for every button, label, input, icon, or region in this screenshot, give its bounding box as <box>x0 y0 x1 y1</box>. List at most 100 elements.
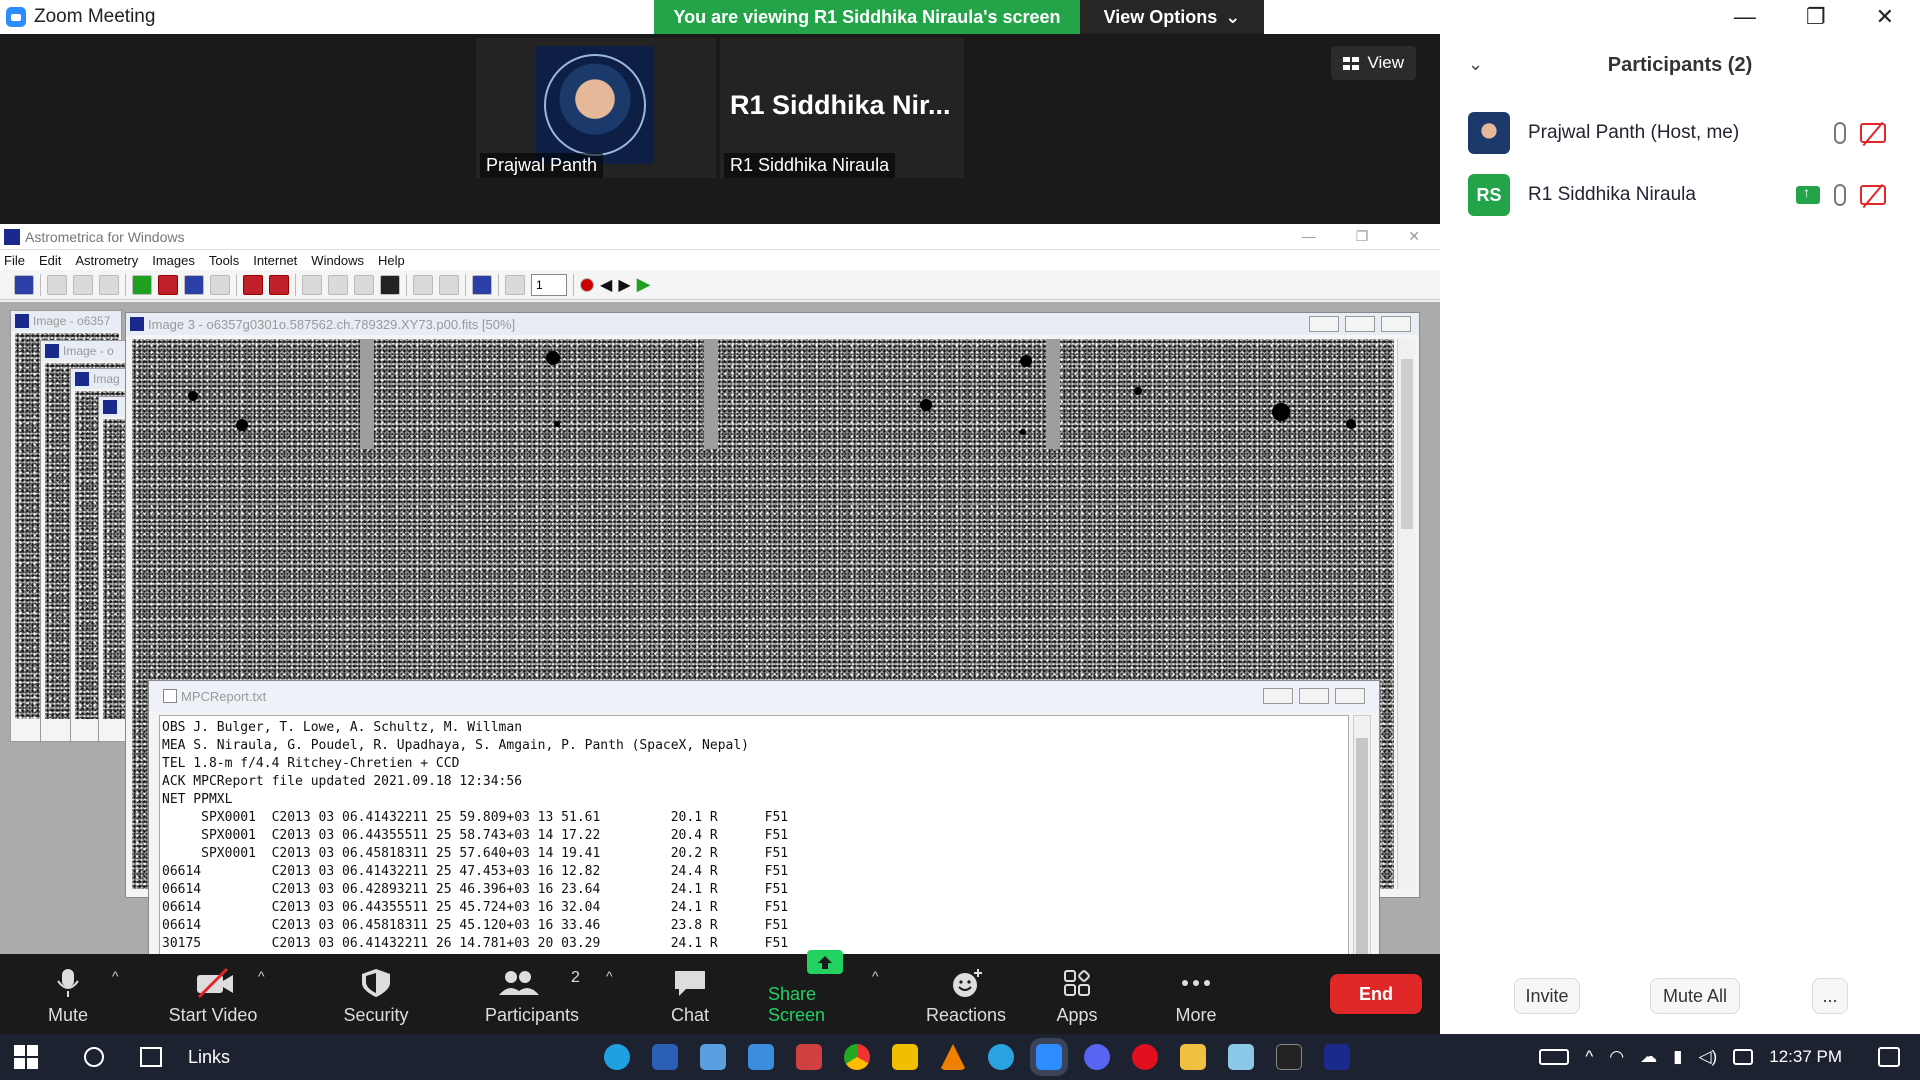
gear-icon[interactable] <box>158 274 178 295</box>
video-off-icon[interactable] <box>1860 123 1886 143</box>
file-explorer-icon[interactable] <box>1180 1044 1206 1070</box>
frame-spinner[interactable]: 1 <box>531 273 567 296</box>
zoom-in-icon[interactable] <box>413 274 433 295</box>
wifi-icon[interactable]: ◠ <box>1609 1047 1624 1067</box>
close-button[interactable] <box>1335 688 1365 704</box>
participant-row[interactable]: RS R1 Siddhika Niraula <box>1468 170 1908 220</box>
scroll-thumb[interactable] <box>1401 359 1413 529</box>
terminal-icon[interactable] <box>1276 1044 1302 1070</box>
stack-icon[interactable] <box>505 274 525 295</box>
reactions-button[interactable]: Reactions <box>916 954 1016 1034</box>
invite-button[interactable]: Invite <box>1514 978 1580 1014</box>
reference-stars-icon[interactable] <box>184 274 204 295</box>
search-icon[interactable] <box>84 1047 104 1067</box>
view-options-button[interactable]: View Options ⌄ <box>1080 0 1264 34</box>
start-video-button[interactable]: Start Video <box>158 954 268 1034</box>
notepad-icon[interactable] <box>1228 1044 1254 1070</box>
edit-icon[interactable] <box>354 274 374 295</box>
video-options-chevron-icon[interactable]: ^ <box>258 968 265 984</box>
app-icon[interactable] <box>700 1044 726 1070</box>
share-options-chevron-icon[interactable]: ^ <box>872 968 879 984</box>
zoom-out-icon[interactable] <box>439 274 459 295</box>
participant-row[interactable]: Prajwal Panth (Host, me) <box>1468 108 1908 158</box>
volume-icon[interactable]: ◁) <box>1698 1047 1717 1067</box>
keyboard-icon[interactable] <box>1539 1049 1570 1065</box>
video-tile-prajwal[interactable]: Prajwal Panth <box>476 38 716 178</box>
microphone-icon[interactable] <box>1834 184 1846 206</box>
open-images-icon[interactable] <box>73 274 93 295</box>
mail-icon[interactable] <box>748 1044 774 1070</box>
mpc-vertical-scrollbar[interactable] <box>1353 715 1371 954</box>
step-back-icon[interactable]: ◀ <box>600 275 612 295</box>
mute-options-chevron-icon[interactable]: ^ <box>112 968 119 984</box>
mpc-report-text[interactable]: OBS J. Bulger, T. Lowe, A. Schultz, M. W… <box>159 715 1349 954</box>
record-icon[interactable] <box>580 277 594 292</box>
chat-button[interactable]: Chat <box>668 954 712 1034</box>
notifications-icon[interactable] <box>1878 1047 1900 1067</box>
restore-icon[interactable]: ❐ <box>1806 4 1826 30</box>
links-toolbar[interactable]: Links <box>188 1047 230 1068</box>
maximize-button[interactable] <box>1299 688 1329 704</box>
maximize-button[interactable] <box>1345 316 1375 332</box>
image-vertical-scrollbar[interactable] <box>1397 339 1415 889</box>
telegram-icon[interactable] <box>988 1044 1014 1070</box>
apps-button[interactable]: Apps <box>1054 954 1100 1034</box>
data-reduction-icon[interactable] <box>243 274 263 295</box>
blink-icon[interactable] <box>472 274 492 295</box>
close-icon[interactable]: ✕ <box>1876 4 1894 30</box>
minimize-icon[interactable]: — <box>1302 228 1316 245</box>
menu-file[interactable]: File <box>4 253 25 268</box>
circle-icon[interactable] <box>328 274 348 295</box>
menu-tools[interactable]: Tools <box>209 253 239 268</box>
connect-icon[interactable] <box>14 274 34 295</box>
play-icon[interactable]: ▶ <box>637 274 651 295</box>
battery-icon[interactable] <box>1733 1049 1754 1065</box>
minimize-button[interactable] <box>1309 316 1339 332</box>
load-images-icon[interactable] <box>99 274 119 295</box>
known-objects-icon[interactable] <box>302 274 322 295</box>
open-folder-icon[interactable] <box>47 274 67 295</box>
edge-icon[interactable] <box>604 1044 630 1070</box>
opera-icon[interactable] <box>1132 1044 1158 1070</box>
copy-icon[interactable] <box>210 274 230 295</box>
panel-more-button[interactable]: ... <box>1812 978 1848 1014</box>
windows-start-icon[interactable] <box>14 1045 38 1069</box>
discord-icon[interactable] <box>1084 1044 1110 1070</box>
security-button[interactable]: Security <box>338 954 414 1034</box>
zoom-taskbar-icon[interactable] <box>1036 1044 1062 1070</box>
share-screen-button[interactable]: Share Screen <box>768 950 878 1034</box>
close-icon[interactable]: ✕ <box>1408 228 1420 245</box>
vlc-icon[interactable] <box>940 1044 966 1070</box>
end-meeting-button[interactable]: End <box>1330 974 1422 1014</box>
paint-icon[interactable] <box>796 1044 822 1070</box>
onedrive-icon[interactable]: ☁ <box>1640 1047 1657 1067</box>
minimize-icon[interactable]: — <box>1734 4 1756 30</box>
clock[interactable]: 12:37 PM <box>1769 1047 1842 1067</box>
view-button[interactable]: View <box>1331 46 1416 80</box>
mute-all-button[interactable]: Mute All <box>1650 978 1740 1014</box>
menu-help[interactable]: Help <box>378 253 405 268</box>
mute-button[interactable]: Mute <box>40 954 96 1034</box>
task-view-icon[interactable] <box>140 1047 162 1067</box>
menu-internet[interactable]: Internet <box>253 253 297 268</box>
more-button[interactable]: More <box>1172 954 1220 1034</box>
collapse-chevron-icon[interactable]: ⌄ <box>1468 54 1483 75</box>
word-icon[interactable] <box>652 1044 678 1070</box>
video-tile-siddhika[interactable]: R1 Siddhika Nir... R1 Siddhika Niraula <box>720 38 964 178</box>
video-off-icon[interactable] <box>1860 185 1886 205</box>
microphone-icon[interactable]: ▮ <box>1673 1047 1682 1067</box>
participants-button[interactable]: 2 Participants <box>480 954 584 1034</box>
menu-images[interactable]: Images <box>152 253 195 268</box>
participants-options-chevron-icon[interactable]: ^ <box>606 968 613 984</box>
minimize-button[interactable] <box>1263 688 1293 704</box>
menu-astrometry[interactable]: Astrometry <box>75 253 138 268</box>
step-forward-icon[interactable]: ▶ <box>618 275 630 295</box>
astrometrica-taskbar-icon[interactable] <box>1324 1044 1350 1070</box>
show-hidden-icons-chevron-icon[interactable]: ^ <box>1585 1047 1593 1067</box>
microphone-icon[interactable] <box>1834 122 1846 144</box>
settings-icon[interactable] <box>132 274 152 295</box>
scroll-thumb[interactable] <box>1356 738 1368 954</box>
mpc-report-window[interactable]: MPCReport.txt OBS J. Bulger, T. Lowe, A.… <box>148 680 1380 954</box>
chrome-icon[interactable] <box>844 1044 870 1070</box>
close-button[interactable] <box>1381 316 1411 332</box>
